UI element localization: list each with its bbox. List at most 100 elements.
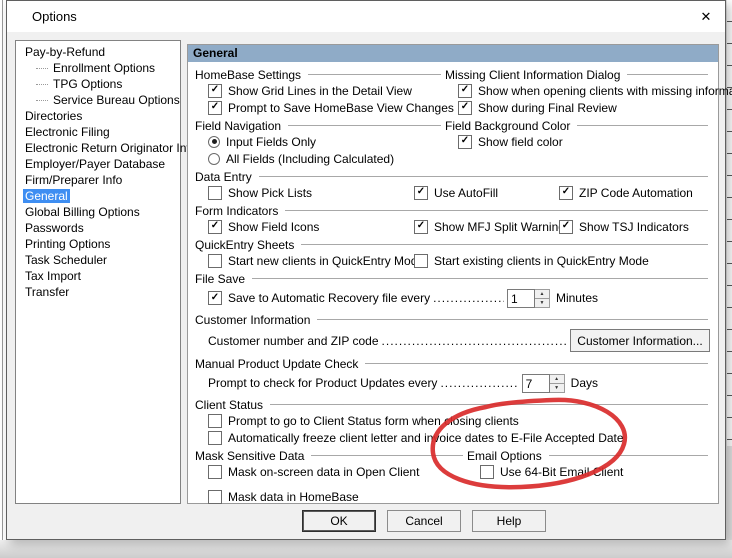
checkbox-label: Prompt to Save HomeBase View Changes [228, 101, 454, 115]
minutes-input[interactable]: 1 [507, 289, 535, 308]
section-file-save: File Save ✓ Save to Automatic Recovery f… [195, 271, 712, 310]
tree-item-enrollment-options[interactable]: Enrollment Options [16, 60, 180, 76]
checkbox-label: Start new clients in QuickEntry Mode [228, 254, 424, 268]
section-homebase-settings: HomeBase Settings ✓Show Grid Lines in th… [195, 67, 445, 116]
tree-item-ero-info[interactable]: Electronic Return Originator Info [16, 140, 180, 156]
section-manual-product-update: Manual Product Update Check Prompt to ch… [195, 356, 712, 395]
section-divider [317, 319, 708, 320]
checkbox-zip-code-automation[interactable]: ✓ [559, 186, 573, 200]
checkbox-label: Show MFJ Split Warning [434, 220, 565, 234]
tree-item-employer-payer-database[interactable]: Employer/Payer Database [16, 156, 180, 172]
section-form-indicators: Form Indicators ✓Show Field Icons ✓Show … [195, 203, 712, 235]
section-divider [577, 125, 708, 126]
checkbox-show-grid-lines[interactable]: ✓ [208, 84, 222, 98]
panel-header: General [188, 45, 718, 62]
radio-all-fields[interactable] [208, 153, 220, 165]
spin-down-icon[interactable]: ▼ [550, 384, 564, 392]
section-title: HomeBase Settings [195, 68, 301, 82]
checkbox-label: Show Field Icons [228, 220, 319, 234]
checkbox-show-field-color[interactable]: ✓ [458, 135, 472, 149]
section-customer-information: Customer Information Customer number and… [195, 312, 712, 354]
checkbox-start-existing-quickentry[interactable] [414, 254, 428, 268]
tree-item-directories[interactable]: Directories [16, 108, 180, 124]
checkbox-use-autofill[interactable]: ✓ [414, 186, 428, 200]
checkbox-label: Use AutoFill [434, 186, 498, 200]
checkbox-show-final-review[interactable]: ✓ [458, 101, 472, 115]
checkbox-label: Show TSJ Indicators [579, 220, 689, 234]
tree-connector [36, 68, 48, 69]
checkbox-64bit-email[interactable] [480, 465, 494, 479]
tree-item-global-billing-options[interactable]: Global Billing Options [16, 204, 180, 220]
section-data-entry: Data Entry Show Pick Lists ✓ Use AutoFill… [195, 169, 712, 201]
leader-dots: ........................................… [433, 291, 504, 305]
field-label: Prompt to check for Product Updates ever… [208, 376, 437, 390]
check-icon: ✓ [211, 221, 219, 231]
customer-information-button[interactable]: Customer Information... [570, 329, 710, 352]
checkbox-label: Automatically freeze client letter and i… [228, 431, 624, 445]
tree-item-task-scheduler[interactable]: Task Scheduler [16, 252, 180, 268]
checkbox-start-new-quickentry[interactable] [208, 254, 222, 268]
settings-tree: Pay-by-Refund Enrollment Options TPG Opt… [15, 40, 181, 504]
tree-connector [36, 84, 48, 85]
check-icon: ✓ [417, 221, 425, 231]
spinner-unit-label: Minutes [556, 291, 598, 305]
section-divider [270, 404, 708, 405]
spinner-unit-label: Days [571, 376, 598, 390]
tree-item-passwords[interactable]: Passwords [16, 220, 180, 236]
radio-label: All Fields (Including Calculated) [226, 152, 394, 166]
checkbox-tsj-indicators[interactable]: ✓ [559, 220, 573, 234]
tree-item-transfer[interactable]: Transfer [16, 284, 180, 300]
section-divider [288, 125, 441, 126]
tree-item-tpg-options[interactable]: TPG Options [16, 76, 180, 92]
section-divider [285, 210, 708, 211]
section-client-status: Client Status Prompt to go to Client Sta… [195, 397, 712, 446]
spin-up-icon[interactable]: ▲ [535, 290, 549, 299]
check-icon: ✓ [461, 102, 469, 112]
spin-up-icon[interactable]: ▲ [550, 375, 564, 384]
checkbox-prompt-client-status[interactable] [208, 414, 222, 428]
checkbox-mask-homebase[interactable] [208, 490, 222, 504]
tree-item-electronic-filing[interactable]: Electronic Filing [16, 124, 180, 140]
radio-label: Input Fields Only [226, 135, 316, 149]
tree-item-service-bureau-options[interactable]: Service Bureau Options [16, 92, 180, 108]
checkbox-show-field-icons[interactable]: ✓ [208, 220, 222, 234]
tree-item-pay-by-refund[interactable]: Pay-by-Refund [16, 44, 180, 60]
tree-connector [36, 100, 48, 101]
tree-item-firm-preparer-info[interactable]: Firm/Preparer Info [16, 172, 180, 188]
section-title: Manual Product Update Check [195, 357, 358, 371]
section-title: Data Entry [195, 170, 252, 184]
tree-item-printing-options[interactable]: Printing Options [16, 236, 180, 252]
checkbox-prompt-save-homebase-view[interactable]: ✓ [208, 101, 222, 115]
check-icon: ✓ [211, 85, 219, 95]
section-divider [549, 455, 708, 456]
ok-button[interactable]: OK [302, 510, 376, 532]
dialog-title: Options [32, 1, 77, 32]
checkbox-label: Mask on-screen data in Open Client [228, 465, 419, 479]
checkbox-mfj-split-warning[interactable]: ✓ [414, 220, 428, 234]
options-dialog: Options ✕ Pay-by-Refund Enrollment Optio… [6, 0, 726, 540]
section-title: Mask Sensitive Data [195, 449, 304, 463]
section-title: Missing Client Information Dialog [445, 68, 620, 82]
checkbox-freeze-dates[interactable] [208, 431, 222, 445]
titlebar[interactable]: Options ✕ [7, 1, 725, 32]
section-title: File Save [195, 272, 245, 286]
spin-down-icon[interactable]: ▼ [535, 299, 549, 307]
section-title: Client Status [195, 398, 263, 412]
radio-input-fields-only[interactable] [208, 136, 220, 148]
checkbox-label: ZIP Code Automation [579, 186, 693, 200]
days-input[interactable]: 7 [522, 374, 550, 393]
checkbox-show-pick-lists[interactable] [208, 186, 222, 200]
section-title: Customer Information [195, 313, 310, 327]
close-icon[interactable]: ✕ [695, 7, 717, 27]
tree-item-tax-import[interactable]: Tax Import [16, 268, 180, 284]
section-divider [311, 455, 463, 456]
cancel-button[interactable]: Cancel [387, 510, 461, 532]
tree-item-general[interactable]: General [16, 188, 180, 204]
check-icon: ✓ [417, 187, 425, 197]
help-button[interactable]: Help [472, 510, 546, 532]
checkbox-save-auto-recovery[interactable]: ✓ [208, 291, 222, 305]
checkbox-label: Show Pick Lists [228, 186, 312, 200]
checkbox-mask-open-client[interactable] [208, 465, 222, 479]
checkbox-show-missing-info[interactable]: ✓ [458, 84, 472, 98]
check-icon: ✓ [562, 187, 570, 197]
